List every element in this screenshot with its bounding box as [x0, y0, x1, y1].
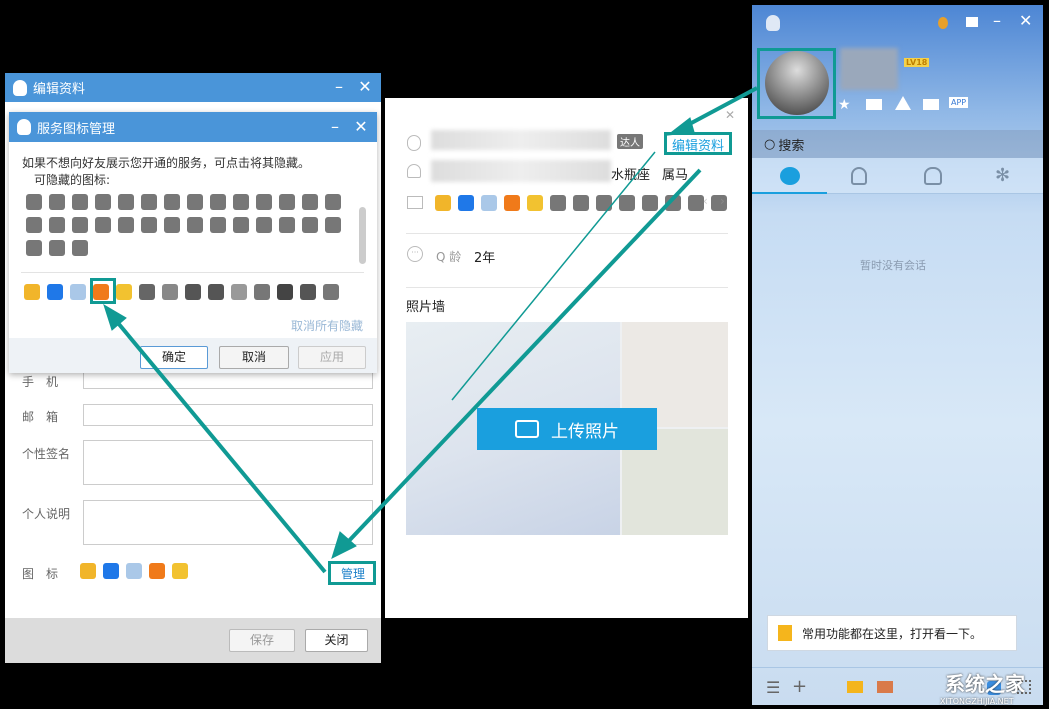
thin-line-badge: [451, 151, 656, 401]
arrowhead: [666, 117, 695, 136]
arrow-avatar-to-edit: [681, 86, 758, 130]
arrow-edit-to-manage: [343, 168, 702, 547]
annotation-arrows: [103, 86, 758, 574]
arrow-manage-to-icon: [111, 315, 327, 574]
